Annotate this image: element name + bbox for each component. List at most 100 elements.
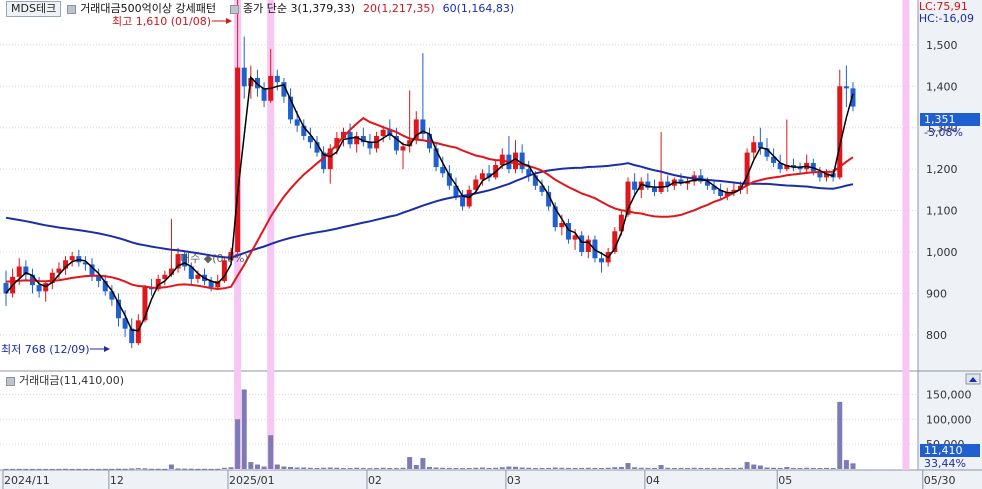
volume-bar bbox=[63, 468, 69, 470]
mid-annotation: 매수 ◆(0.0%) bbox=[180, 252, 249, 265]
volume-bar bbox=[321, 467, 327, 469]
indicator-label[interactable]: 거래대금500억이상 강세패턴 bbox=[80, 2, 216, 16]
volume-bar bbox=[479, 467, 485, 469]
volume-bar bbox=[254, 464, 260, 469]
volume-legend: 거래대금(11,410,00) bbox=[0, 374, 132, 388]
volume-bar bbox=[552, 467, 558, 469]
volume-bar bbox=[49, 468, 55, 470]
x-axis-bg bbox=[0, 470, 982, 489]
volume-bar bbox=[599, 468, 605, 470]
volume-bar bbox=[96, 468, 102, 470]
volume-bar bbox=[665, 467, 671, 469]
volume-bar bbox=[393, 468, 399, 470]
volume-bar bbox=[155, 468, 161, 470]
volume-axis-label: 100,000 bbox=[926, 413, 972, 426]
candle-body bbox=[380, 129, 386, 136]
volume-bar bbox=[56, 468, 62, 470]
volume-bar bbox=[565, 467, 571, 469]
volume-bar bbox=[380, 467, 386, 469]
volume-bar bbox=[135, 468, 141, 470]
volume-bar bbox=[149, 468, 155, 470]
volume-bar bbox=[168, 464, 174, 469]
volume-bar bbox=[413, 465, 419, 469]
volume-bar bbox=[671, 468, 677, 470]
volume-bar bbox=[738, 467, 744, 469]
volume-bar bbox=[757, 465, 763, 469]
volume-bar bbox=[281, 466, 287, 469]
candle-body bbox=[651, 187, 657, 192]
volume-bar bbox=[486, 468, 492, 470]
volume-bar bbox=[824, 467, 830, 469]
candle-body bbox=[559, 223, 565, 228]
volume-bar bbox=[446, 467, 452, 469]
volume-bar bbox=[850, 463, 856, 469]
volume-bar bbox=[122, 468, 128, 470]
candle-body bbox=[632, 181, 638, 190]
volume-bar bbox=[771, 467, 777, 469]
x-axis-label: 04 bbox=[646, 474, 660, 487]
candle-body bbox=[599, 258, 605, 263]
lc-hc-readout: LC:75,91 HC:-16,09 bbox=[919, 1, 974, 25]
volume-bar bbox=[559, 467, 565, 469]
volume-bar bbox=[513, 466, 519, 469]
volume-bar bbox=[830, 468, 836, 470]
current-change: -3,08% bbox=[924, 126, 963, 139]
volume-bar bbox=[129, 468, 135, 470]
x-axis-label: 2024/11 bbox=[4, 474, 50, 487]
price-axis-label: 1,500 bbox=[926, 39, 958, 52]
chart-legend: MDS테크 거래대금500억이상 강세패턴 종가 단순 3(1,379,33) … bbox=[0, 0, 918, 18]
x-axis-label: 12 bbox=[110, 474, 124, 487]
volume-bar bbox=[532, 468, 538, 470]
volume-bar bbox=[473, 467, 479, 469]
volume-bar bbox=[228, 467, 234, 469]
highlight-band bbox=[902, 0, 910, 470]
low-annotation-text: 최저 768 (12/09) bbox=[1, 343, 90, 356]
candle-body bbox=[479, 173, 485, 180]
volume-panel-button[interactable] bbox=[965, 373, 981, 385]
candle-body bbox=[235, 67, 241, 253]
volume-bar bbox=[69, 468, 75, 470]
volume-bar bbox=[718, 467, 724, 469]
candle-body bbox=[400, 146, 406, 151]
volume-bar bbox=[618, 467, 624, 469]
ticker-name[interactable]: MDS테크 bbox=[6, 1, 62, 17]
close-legend[interactable]: 종가 단순 3(1,379,33) bbox=[243, 2, 355, 16]
volume-bar bbox=[268, 435, 274, 469]
candle-body bbox=[241, 67, 247, 87]
volume-bar bbox=[506, 466, 512, 469]
ma20-legend[interactable]: 20(1,217,35) bbox=[363, 2, 435, 16]
price-axis-label: 800 bbox=[926, 329, 947, 342]
volume-bar bbox=[115, 468, 121, 470]
volume-bar bbox=[294, 467, 300, 469]
volume-bar bbox=[195, 468, 201, 470]
candle-body bbox=[16, 266, 22, 277]
volume-bar bbox=[810, 467, 816, 469]
volume-bar bbox=[632, 467, 638, 469]
stock-chart[interactable]: 1,5001,4001,3001,2001,1001,000900800150,… bbox=[0, 0, 982, 489]
volume-bar bbox=[215, 468, 221, 470]
volume-bar bbox=[221, 467, 227, 469]
volume-bar bbox=[466, 468, 472, 470]
volume-bar bbox=[499, 467, 505, 469]
volume-current-value: 11,410 bbox=[924, 444, 963, 457]
volume-bar bbox=[188, 468, 194, 470]
volume-bar bbox=[678, 467, 684, 469]
volume-bar bbox=[691, 467, 697, 469]
volume-bar bbox=[241, 389, 247, 469]
volume-bar bbox=[704, 468, 710, 470]
x-axis-label: 05 bbox=[778, 474, 792, 487]
volume-bar bbox=[784, 467, 790, 469]
volume-bar bbox=[777, 467, 783, 469]
price-axis-label: 1,100 bbox=[926, 205, 958, 218]
volume-bar bbox=[685, 468, 691, 470]
volume-bar bbox=[797, 468, 803, 470]
volume-bar bbox=[843, 460, 849, 469]
volume-bar bbox=[460, 468, 466, 470]
volume-bar bbox=[367, 468, 373, 470]
volume-bar bbox=[202, 468, 208, 470]
volume-bar bbox=[340, 468, 346, 470]
volume-legend-label[interactable]: 거래대금(11,410,00) bbox=[19, 374, 124, 388]
ma60-legend[interactable]: 60(1,164,83) bbox=[443, 2, 515, 16]
volume-bar bbox=[261, 466, 267, 469]
volume-bar bbox=[16, 468, 22, 470]
